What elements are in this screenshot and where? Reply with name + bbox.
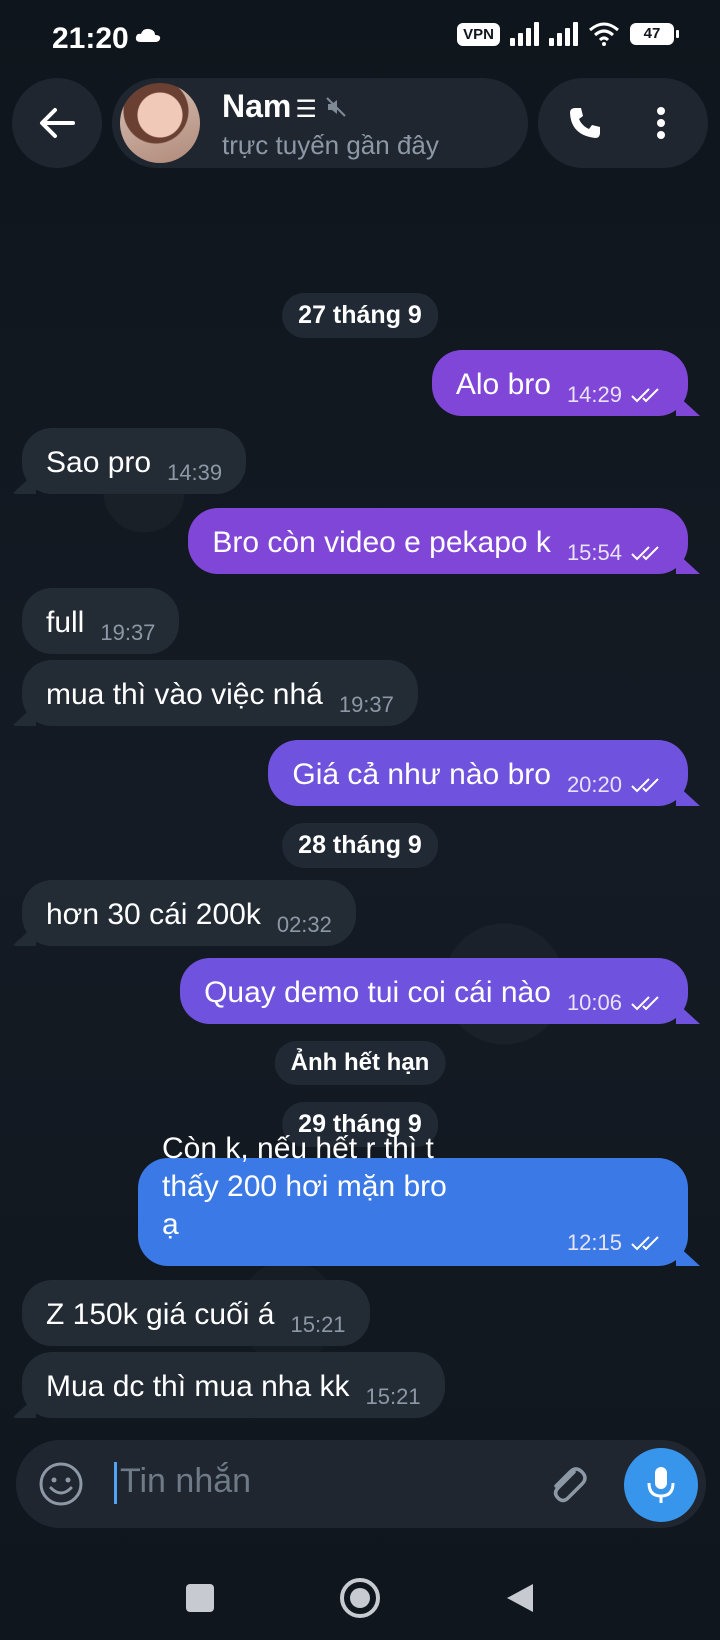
message-bubble-incoming[interactable]: Z 150k giá cuối á 15:21 — [22, 1280, 370, 1346]
message-bubble-incoming[interactable]: Sao pro 14:39 — [22, 428, 247, 494]
chat-info[interactable]: Nam ☰ trực tuyến gần đây — [112, 78, 528, 168]
avatar[interactable] — [120, 83, 200, 163]
message-meta: 20:20 — [567, 772, 664, 798]
date-chip: 28 tháng 9 — [282, 823, 438, 868]
home-button[interactable] — [330, 1568, 390, 1628]
back-arrow-icon — [40, 108, 75, 138]
message-time: 15:54 — [566, 540, 622, 565]
back-nav-button[interactable] — [490, 1568, 550, 1628]
attach-icon[interactable] — [544, 1460, 592, 1508]
message-text: mua thì vào việc nhá — [46, 678, 323, 711]
status-bar: 21:20 VPN 47 — [0, 0, 720, 72]
text-caret — [114, 1462, 117, 1504]
call-button[interactable] — [542, 78, 627, 168]
nav-back-icon — [507, 1584, 533, 1612]
date-chip: 27 tháng 9 — [282, 293, 438, 338]
double-check-icon — [631, 388, 659, 403]
message-text: Z 150k giá cuối á — [46, 1298, 275, 1331]
message-time: 10:06 — [566, 990, 622, 1015]
message-meta: 12:15 — [567, 1230, 664, 1256]
more-vert-icon — [656, 107, 665, 139]
message-bubble-outgoing[interactable]: Bro còn video e pekapo k 15:54 — [188, 508, 688, 574]
message-time: 12:15 — [566, 1230, 622, 1255]
mic-icon — [647, 1467, 675, 1503]
cloud-icon — [135, 28, 161, 42]
message-meta: 15:54 — [567, 540, 664, 566]
message-text: Sao pro — [46, 446, 152, 479]
message-text: Mua dc thì mua nha kk — [46, 1370, 350, 1403]
message-text: Bro còn video e pekapo k — [212, 526, 551, 559]
battery-icon: 47 — [630, 23, 679, 45]
message-time: 19:37 — [338, 692, 394, 717]
expired-photo-label: Ảnh hết hạn — [274, 1041, 446, 1085]
message-time: 14:29 — [566, 382, 622, 407]
message-time: 19:37 — [100, 620, 156, 645]
phone-icon — [569, 108, 600, 138]
message-meta: 10:06 — [567, 990, 664, 1016]
vpn-badge: VPN — [457, 22, 500, 46]
message-bubble-outgoing[interactable]: Giá cả như nào bro 20:20 — [268, 740, 688, 806]
message-text: Alo bro — [455, 368, 551, 401]
signal-icon — [510, 22, 539, 46]
signal-icon — [549, 22, 578, 46]
double-check-icon — [631, 1236, 659, 1251]
message-text: full — [46, 606, 85, 639]
contact-name: Nam ☰ — [222, 88, 317, 124]
back-button[interactable] — [12, 78, 102, 168]
message-time: 20:20 — [566, 772, 622, 797]
more-button[interactable] — [618, 78, 703, 168]
status-time: 21:20 — [52, 22, 129, 55]
message-text: Giá cả như nào bro — [292, 758, 551, 791]
double-check-icon — [631, 778, 659, 793]
system-nav-bar — [0, 1548, 720, 1640]
status-icons: VPN 47 — [457, 22, 679, 46]
message-bubble-incoming[interactable]: Mua dc thì mua nha kk 15:21 — [22, 1352, 445, 1418]
double-check-icon — [631, 996, 659, 1011]
mic-button[interactable] — [624, 1448, 698, 1522]
message-time: 15:21 — [365, 1384, 421, 1409]
message-text: Còn k, nếu hết r thì t thấy 200 hơi mặn … — [162, 1132, 447, 1241]
message-bubble-outgoing[interactable]: Quay demo tui coi cái nào 10:06 — [180, 958, 688, 1024]
message-text: hơn 30 cái 200k — [46, 898, 261, 931]
message-bubble-outgoing[interactable]: Alo bro 14:29 — [431, 350, 688, 416]
message-time: 02:32 — [276, 912, 332, 937]
wifi-icon — [589, 22, 619, 46]
message-bubble-incoming[interactable]: full 19:37 — [22, 588, 180, 654]
message-text: Quay demo tui coi cái nào — [204, 976, 551, 1009]
message-input-bar: Tin nhắn — [16, 1440, 706, 1528]
message-bubble-outgoing[interactable]: Còn k, nếu hết r thì t thấy 200 hơi mặn … — [138, 1132, 688, 1266]
message-meta: 14:29 — [567, 382, 664, 408]
emoji-icon[interactable] — [38, 1461, 84, 1507]
message-input[interactable]: Tin nhắn — [120, 1462, 251, 1501]
double-check-icon — [631, 546, 659, 561]
nav-circle-icon — [340, 1578, 380, 1618]
message-bubble-incoming[interactable]: hơn 30 cái 200k 02:32 — [22, 880, 356, 946]
message-time: 14:39 — [167, 460, 223, 485]
contact-status: trực tuyến gần đây — [222, 130, 439, 160]
nav-square-icon — [186, 1584, 214, 1612]
name-row: Nam ☰ — [222, 88, 347, 125]
message-bubble-incoming[interactable]: mua thì vào việc nhá 19:37 — [22, 660, 418, 726]
mute-icon — [326, 96, 346, 117]
header-actions — [538, 78, 708, 168]
message-time: 15:21 — [290, 1312, 346, 1337]
recents-button[interactable] — [170, 1568, 230, 1628]
